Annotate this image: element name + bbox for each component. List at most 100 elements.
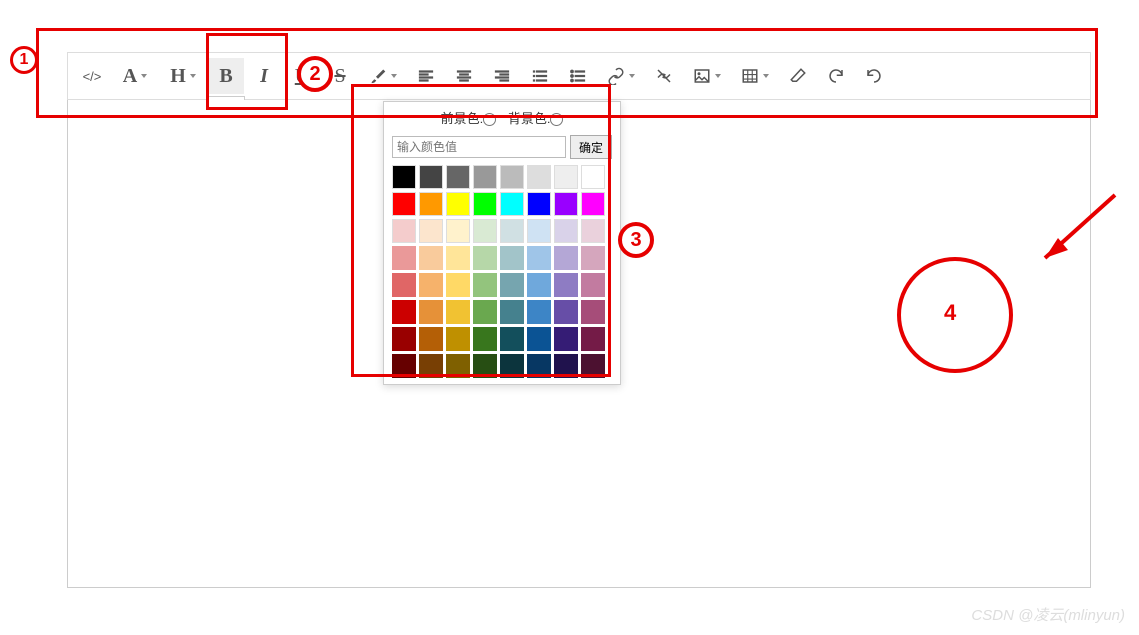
bold-button[interactable]: B 加粗 <box>208 58 244 94</box>
color-swatch[interactable] <box>446 354 470 378</box>
watermark: CSDN @凌云(mlinyun) <box>971 604 1125 625</box>
caret-icon <box>190 74 196 78</box>
color-swatch[interactable] <box>392 300 416 324</box>
color-swatch[interactable] <box>446 300 470 324</box>
unordered-list-button[interactable] <box>560 58 596 94</box>
color-swatch[interactable] <box>419 192 443 216</box>
color-swatch[interactable] <box>392 327 416 351</box>
color-swatch[interactable] <box>419 327 443 351</box>
color-swatch[interactable] <box>473 246 497 270</box>
color-confirm-button[interactable]: 确定 <box>570 135 612 159</box>
color-swatch[interactable] <box>500 246 524 270</box>
color-swatch[interactable] <box>500 165 524 189</box>
color-swatch[interactable] <box>554 273 578 297</box>
color-swatch[interactable] <box>581 219 605 243</box>
color-swatch[interactable] <box>500 354 524 378</box>
color-swatch[interactable] <box>419 300 443 324</box>
eraser-button[interactable] <box>780 58 816 94</box>
color-swatch[interactable] <box>527 273 551 297</box>
color-swatch[interactable] <box>473 192 497 216</box>
color-swatch[interactable] <box>554 219 578 243</box>
image-button[interactable] <box>684 58 730 94</box>
color-swatch[interactable] <box>419 354 443 378</box>
undo-button[interactable] <box>856 58 892 94</box>
color-swatch[interactable] <box>554 354 578 378</box>
paint-button[interactable] <box>360 58 406 94</box>
paint-brush-icon <box>369 67 387 85</box>
color-swatch[interactable] <box>554 327 578 351</box>
color-swatch[interactable] <box>581 165 605 189</box>
color-swatch[interactable] <box>419 165 443 189</box>
color-swatch[interactable] <box>554 246 578 270</box>
underline-button[interactable]: U <box>284 58 320 94</box>
color-swatch[interactable] <box>392 246 416 270</box>
ordered-list-button[interactable] <box>522 58 558 94</box>
color-swatch[interactable] <box>446 273 470 297</box>
color-swatch[interactable] <box>527 165 551 189</box>
color-swatch[interactable] <box>473 165 497 189</box>
color-swatch[interactable] <box>446 219 470 243</box>
fg-radio[interactable] <box>483 113 496 126</box>
unordered-list-icon <box>569 67 587 85</box>
align-right-button[interactable] <box>484 58 520 94</box>
fg-radio-label[interactable]: 前景色: <box>441 111 497 126</box>
color-swatch[interactable] <box>581 246 605 270</box>
color-swatch[interactable] <box>581 192 605 216</box>
color-swatch[interactable] <box>419 219 443 243</box>
color-swatch[interactable] <box>527 192 551 216</box>
color-swatch[interactable] <box>581 300 605 324</box>
color-swatch[interactable] <box>500 273 524 297</box>
color-swatch[interactable] <box>581 273 605 297</box>
color-swatch[interactable] <box>473 354 497 378</box>
color-swatch[interactable] <box>527 354 551 378</box>
fontcolor-button[interactable]: A <box>112 58 158 94</box>
color-swatch[interactable] <box>500 300 524 324</box>
color-swatch[interactable] <box>392 273 416 297</box>
link-button[interactable] <box>598 58 644 94</box>
color-swatch[interactable] <box>446 165 470 189</box>
color-swatch[interactable] <box>473 327 497 351</box>
color-swatch[interactable] <box>446 327 470 351</box>
table-button[interactable] <box>732 58 778 94</box>
color-swatch[interactable] <box>500 327 524 351</box>
color-swatch[interactable] <box>473 219 497 243</box>
italic-button[interactable]: I <box>246 58 282 94</box>
color-swatch[interactable] <box>581 327 605 351</box>
color-mode-row: 前景色: 背景色: <box>384 102 620 131</box>
color-swatch[interactable] <box>527 300 551 324</box>
color-swatch[interactable] <box>527 246 551 270</box>
editor-content[interactable]: 前景色: 背景色: 确定 <box>67 100 1091 588</box>
color-swatch[interactable] <box>473 273 497 297</box>
unlink-button[interactable] <box>646 58 682 94</box>
color-swatch[interactable] <box>554 300 578 324</box>
align-center-button[interactable] <box>446 58 482 94</box>
color-swatch[interactable] <box>554 165 578 189</box>
color-swatch[interactable] <box>500 192 524 216</box>
color-swatch[interactable] <box>500 219 524 243</box>
heading-button[interactable]: H <box>160 58 206 94</box>
redo-icon <box>827 67 845 85</box>
color-value-input[interactable] <box>392 136 566 158</box>
color-swatch[interactable] <box>554 192 578 216</box>
color-swatch[interactable] <box>419 273 443 297</box>
align-left-button[interactable] <box>408 58 444 94</box>
color-swatch[interactable] <box>581 354 605 378</box>
source-code-button[interactable]: </> <box>74 58 110 94</box>
color-swatch[interactable] <box>392 219 416 243</box>
bg-radio[interactable] <box>550 113 563 126</box>
color-swatch[interactable] <box>446 192 470 216</box>
redo-button[interactable] <box>818 58 854 94</box>
color-swatch[interactable] <box>446 246 470 270</box>
align-left-icon <box>417 67 435 85</box>
bg-radio-label[interactable]: 背景色: <box>508 111 564 126</box>
color-swatch[interactable] <box>473 300 497 324</box>
eraser-icon <box>789 67 807 85</box>
align-right-icon <box>493 67 511 85</box>
color-swatch[interactable] <box>527 219 551 243</box>
color-swatch[interactable] <box>527 327 551 351</box>
color-swatch[interactable] <box>392 165 416 189</box>
color-swatch[interactable] <box>392 192 416 216</box>
color-swatch[interactable] <box>392 354 416 378</box>
color-swatch[interactable] <box>419 246 443 270</box>
strikethrough-button[interactable]: S <box>322 58 358 94</box>
